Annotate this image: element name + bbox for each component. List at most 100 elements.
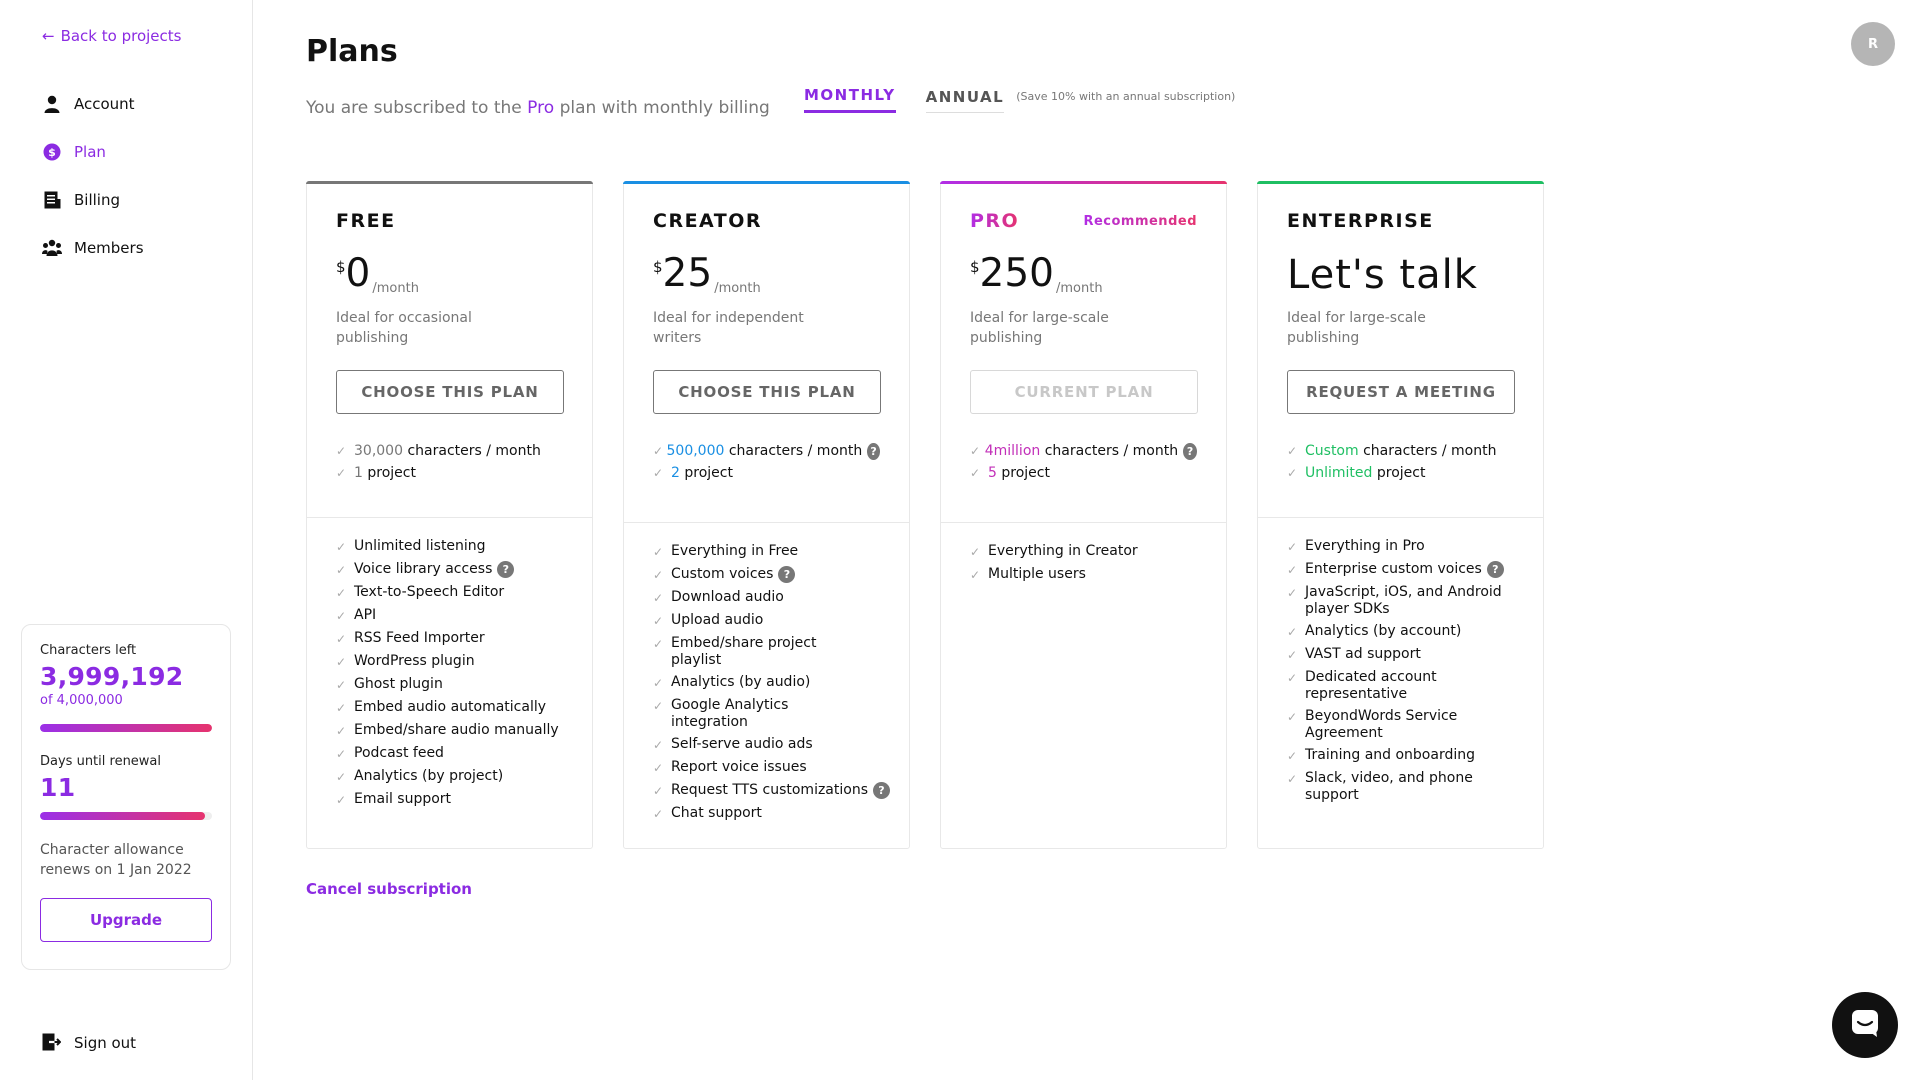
- check-icon: ✓: [653, 699, 664, 713]
- feature-item: ✓ Chat support: [653, 805, 880, 823]
- help-icon[interactable]: ?: [867, 442, 880, 460]
- quota-highlight: 30,000: [354, 443, 403, 459]
- chat-launcher-button[interactable]: [1832, 992, 1898, 1058]
- check-icon: ✓: [336, 678, 347, 692]
- page-title: Plans: [306, 34, 398, 69]
- plan-title: CREATOR: [653, 210, 763, 232]
- price-period: /month: [1056, 281, 1103, 296]
- sidebar-item-members[interactable]: Members: [42, 224, 144, 272]
- price-amount: 0: [345, 251, 371, 296]
- feature-item: ✓ Email support: [336, 791, 563, 809]
- choose-free-plan-button[interactable]: CHOOSE THIS PLAN: [336, 370, 564, 414]
- feature-item: ✓ Embed audio automatically: [336, 699, 563, 717]
- check-icon: ✓: [1287, 671, 1298, 685]
- check-icon: ✓: [970, 444, 981, 458]
- plan-quota: ✓ Custom characters / month ✓ Unlimited pr…: [1287, 440, 1514, 484]
- help-icon[interactable]: ?: [873, 782, 890, 799]
- price-currency: $: [336, 258, 346, 276]
- sidebar-item-label: Billing: [74, 191, 120, 209]
- plan-quota: ✓ 30,000 characters / month ✓ 1 project: [336, 440, 563, 484]
- feature-text: Embed audio automatically: [354, 699, 547, 715]
- feature-item: ✓ Enterprise custom voices?: [1287, 561, 1514, 579]
- plan-price: Let's talk: [1287, 252, 1478, 298]
- check-icon: ✓: [1287, 625, 1298, 639]
- check-icon: ✓: [1287, 772, 1298, 786]
- upgrade-button[interactable]: Upgrade: [40, 898, 212, 942]
- days-until-renewal-value: 11: [40, 773, 76, 802]
- avatar[interactable]: R: [1851, 22, 1895, 66]
- billing-period-tabs: MONTHLY ANNUAL (Save 10% with an annual …: [804, 86, 1235, 113]
- plan-features: ✓ Everything in Free ✓ Custom voices? ✓ Dow…: [624, 523, 909, 823]
- quota-highlight: 500,000: [666, 443, 725, 459]
- plan-card-free: FREE $ 0 /month Ideal for occasional pub…: [306, 181, 593, 849]
- days-until-renewal-label: Days until renewal: [40, 754, 162, 769]
- tab-annual[interactable]: ANNUAL: [925, 88, 1005, 113]
- feature-text: Report voice issues: [671, 759, 807, 775]
- check-icon: ✓: [653, 614, 664, 628]
- help-icon[interactable]: ?: [1486, 561, 1504, 578]
- feature-text: Dedicated account representative: [1305, 669, 1437, 702]
- quota-projects: ✓ Unlimited project: [1287, 462, 1514, 484]
- check-icon: ✓: [1287, 710, 1298, 724]
- feature-text: Text-to-Speech Editor: [354, 584, 505, 600]
- plan-card-pro: PRO Recommended $ 250 /month Ideal for l…: [940, 181, 1227, 849]
- current-plan-button: CURRENT PLAN: [970, 370, 1198, 414]
- feature-text: Enterprise custom voices?: [1305, 561, 1514, 578]
- sidebar-item-label: Plan: [74, 143, 106, 161]
- plan-title: PRO: [970, 210, 1020, 232]
- feature-item: ✓ Custom voices?: [653, 566, 880, 584]
- plan-card-enterprise: ENTERPRISE Let's talk Ideal for large-sc…: [1257, 181, 1544, 849]
- user-icon: [42, 94, 62, 114]
- check-icon: ✓: [336, 701, 347, 715]
- tab-monthly[interactable]: MONTHLY: [804, 86, 896, 113]
- check-icon: ✓: [653, 568, 664, 582]
- plan-tagline: Ideal for large-scale publishing: [1287, 310, 1426, 346]
- check-icon: ✓: [653, 637, 664, 651]
- feature-item: ✓ Text-to-Speech Editor: [336, 584, 563, 602]
- plan-card-creator: CREATOR $ 25 /month Ideal for independen…: [623, 181, 910, 849]
- quota-characters: ✓ Custom characters / month: [1287, 440, 1514, 462]
- plan-tagline: Ideal for independent writers: [653, 310, 804, 346]
- help-icon[interactable]: ?: [1183, 442, 1197, 460]
- renewal-progress-bar: [40, 812, 212, 820]
- receipt-icon: [42, 190, 62, 210]
- choose-creator-plan-button[interactable]: CHOOSE THIS PLAN: [653, 370, 881, 414]
- feature-text: Custom voices?: [671, 566, 880, 583]
- sidebar-item-billing[interactable]: Billing: [42, 176, 144, 224]
- check-icon: ✓: [653, 807, 664, 821]
- check-icon: ✓: [336, 563, 347, 577]
- check-icon: ✓: [336, 540, 347, 554]
- help-icon[interactable]: ?: [497, 561, 515, 578]
- characters-progress-bar: [40, 724, 212, 732]
- check-icon: ✓: [653, 545, 664, 559]
- allowance-renewal-note: Character allowance renews on 1 Jan 2022: [40, 842, 192, 878]
- sidebar-item-plan[interactable]: $ Plan: [42, 128, 144, 176]
- quota-highlight: Custom: [1305, 443, 1359, 459]
- price-period: /month: [714, 281, 761, 296]
- feature-label: Enterprise custom voices: [1305, 561, 1482, 577]
- request-meeting-button[interactable]: REQUEST A MEETING: [1287, 370, 1515, 414]
- quota-text: project: [684, 465, 733, 481]
- sign-out-link[interactable]: Sign out: [42, 1033, 136, 1053]
- feature-item: ✓ Embed/share project playlist: [653, 635, 880, 669]
- plan-tagline: Ideal for occasional publishing: [336, 310, 472, 346]
- feature-text: Everything in Free: [671, 543, 799, 559]
- help-icon[interactable]: ?: [778, 566, 796, 583]
- feature-item: ✓ Voice library access?: [336, 561, 563, 579]
- feature-text: Everything in Pro: [1305, 538, 1425, 554]
- check-icon: ✓: [336, 609, 347, 623]
- plan-tagline: Ideal for large-scale publishing: [970, 310, 1109, 346]
- feature-text: Request TTS customizations?: [671, 782, 890, 799]
- sign-out-icon: [42, 1033, 62, 1053]
- sidebar-item-account[interactable]: Account: [42, 80, 144, 128]
- check-icon: ✓: [653, 591, 664, 605]
- quota-characters: ✓ 4million characters / month?: [970, 440, 1197, 462]
- price-period: /month: [372, 281, 419, 296]
- quota-characters: ✓ 500,000 characters / month?: [653, 440, 880, 462]
- quota-text: project: [367, 465, 416, 481]
- cancel-subscription-link[interactable]: Cancel subscription: [306, 880, 472, 898]
- feature-item: ✓ Slack, video, and phone support: [1287, 770, 1514, 804]
- feature-text: Download audio: [671, 589, 784, 605]
- plan-price: $ 0 /month: [336, 251, 563, 297]
- back-to-projects-link[interactable]: ← Back to projects: [42, 27, 181, 45]
